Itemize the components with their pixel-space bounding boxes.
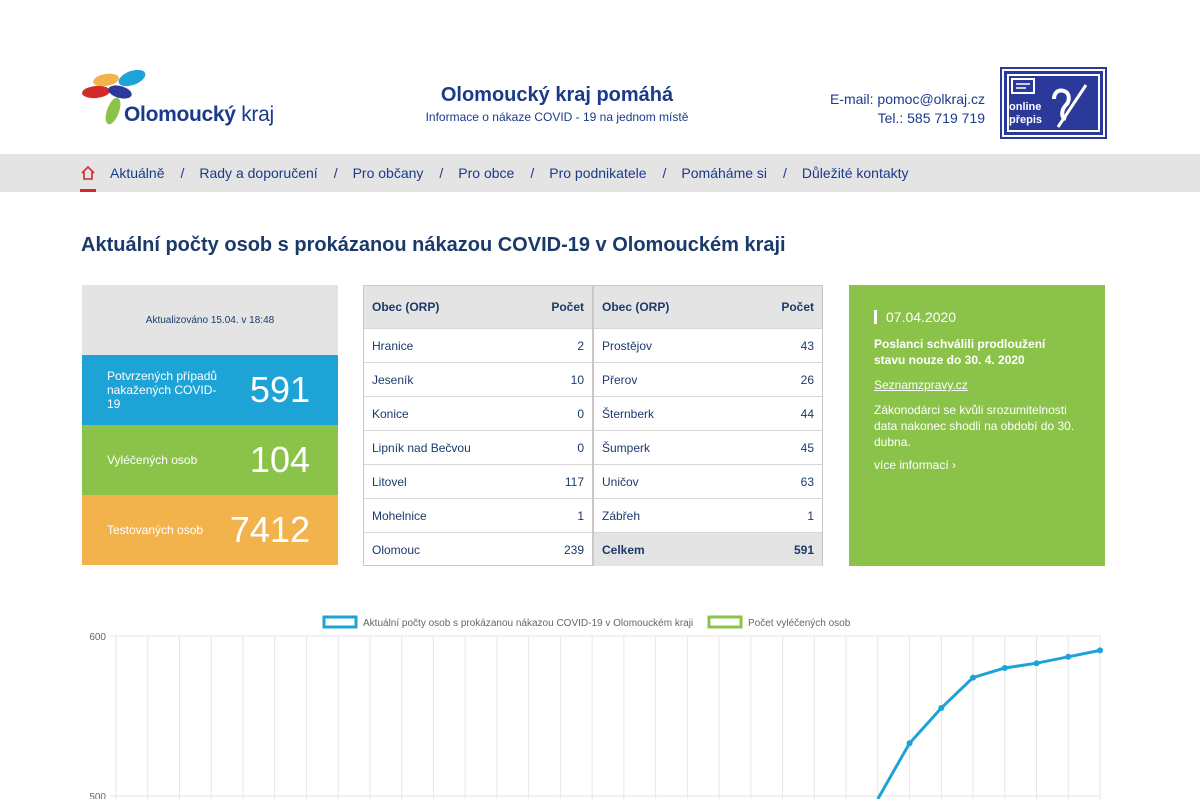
stat-confirmed-value: 591 — [249, 369, 310, 410]
chart-svg: 500 600 Aktuální počty osob s prokázanou n… — [89, 615, 1103, 799]
orp-table-left: Obec (ORP) Počet Hranice 2 Jeseník 10 Koni… — [363, 285, 593, 566]
stat-confirmed-label: Potvrzených případů nakažených COVID-19 — [107, 369, 218, 411]
legend-swatch — [322, 615, 358, 629]
table-row: Lipník nad Bečvou 0 — [364, 430, 592, 464]
table-row: Jeseník 10 — [364, 362, 592, 396]
news-headline: Poslanci schválili prodloužení stavu nou… — [874, 337, 1046, 367]
nav-item-pro-podnikatele[interactable]: Pro podnikatele / — [549, 165, 681, 181]
site-title-block: Olomoucký kraj pomáhá Informace o nákaze… — [400, 84, 714, 124]
news-more-label[interactable]: více informací — [874, 458, 949, 472]
main-nav: Aktuálně / Rady a doporučení / Pro občany /… — [0, 154, 1200, 192]
table-header: Obec (ORP) Počet — [364, 286, 592, 328]
site-logo[interactable]: Olomoucký kraj — [80, 66, 290, 130]
y-tick-label: 600 — [89, 632, 106, 643]
legend-label: Počet vyléčených osob — [748, 618, 851, 629]
nav-separator: / — [530, 165, 535, 181]
table-row: Hranice 2 — [364, 328, 592, 362]
nav-item-pro-obce[interactable]: Pro obce / — [458, 165, 549, 181]
table-row: Šternberk 44 — [594, 396, 822, 430]
online-prepis-button[interactable]: online přepis — [1000, 67, 1107, 139]
stats-panel: Aktualizováno 15.04. v 18:48 Potvrzených… — [82, 285, 338, 566]
page-title: Aktuální počty osob s prokázanou nákazou… — [81, 234, 786, 256]
data-point — [906, 740, 913, 747]
legend-swatch — [707, 615, 743, 629]
nav-item-pro-obcany[interactable]: Pro občany / — [353, 165, 459, 181]
data-point — [1033, 660, 1040, 667]
table-row: Konice 0 — [364, 396, 592, 430]
data-point — [938, 705, 945, 711]
table-total-row: Celkem 591 — [594, 532, 822, 566]
news-source-link[interactable]: Seznamzpravy.cz — [874, 378, 1080, 392]
col-header-obec: Obec (ORP) — [602, 300, 670, 314]
logo-text-bold: Olomoucký — [124, 103, 236, 126]
nav-item-rady[interactable]: Rady a doporučení / — [199, 165, 352, 181]
y-tick-label: 500 — [89, 792, 106, 799]
news-body: Zákonodárci se kvůli srozumitelnosti dat… — [874, 403, 1075, 449]
stat-tested: Testovaných osob 7412 — [82, 495, 338, 565]
news-date: 07.04.2020 — [874, 310, 1080, 324]
stat-cured-value: 104 — [249, 439, 310, 480]
orp-table-right: Obec (ORP) Počet Prostějov 43 Přerov 26 Št… — [593, 285, 823, 566]
stat-cured: Vyléčených osob 104 — [82, 425, 338, 495]
table-row: Prostějov 43 — [594, 328, 822, 362]
stat-tested-label: Testovaných osob — [107, 523, 204, 537]
series-line — [876, 648, 1101, 799]
nav-item-aktualne[interactable]: Aktuálně / — [110, 165, 199, 181]
nav-separator: / — [439, 165, 444, 181]
col-header-obec: Obec (ORP) — [372, 300, 440, 314]
contacts: E-mail: pomoc@olkraj.cz Tel.: 585 719 71… — [830, 90, 985, 128]
email-link[interactable]: E-mail: pomoc@olkraj.cz — [830, 91, 985, 107]
data-point — [1001, 665, 1008, 671]
site-subtitle: Informace o nákaze COVID - 19 na jednom … — [425, 110, 689, 124]
news-more-link[interactable]: více informací › — [874, 458, 1080, 472]
nav-separator: / — [180, 165, 185, 181]
stat-confirmed: Potvrzených případů nakažených COVID-19 … — [82, 355, 338, 425]
table-row: Uničov 63 — [594, 464, 822, 498]
table-row: Šumperk 45 — [594, 430, 822, 464]
logo-text-regular: kraj — [235, 103, 274, 126]
col-header-pocet: Počet — [551, 300, 584, 314]
table-row: Mohelnice 1 — [364, 498, 592, 532]
home-icon — [81, 165, 95, 180]
site-header: Olomoucký kraj Olomoucký kraj pomáhá Inf… — [0, 0, 1200, 154]
chevron-right-icon: › — [952, 458, 957, 472]
nav-separator: / — [783, 165, 787, 181]
table-row: Přerov 26 — [594, 362, 822, 396]
data-point — [970, 674, 977, 681]
table-row: Zábřeh 1 — [594, 498, 822, 532]
legend-label: Aktuální počty osob s prokázanou nákazou… — [363, 618, 693, 629]
stat-tested-value: 7412 — [229, 509, 310, 550]
nav-home[interactable] — [80, 154, 96, 192]
data-point — [1065, 653, 1072, 660]
table-row: Litovel 117 — [364, 464, 592, 498]
nav-item-pomahame-si[interactable]: Pomáháme si / — [681, 165, 801, 181]
online-prepis-line1: online — [1009, 101, 1042, 113]
stat-cured-label: Vyléčených osob — [107, 453, 198, 467]
table-header: Obec (ORP) Počet — [594, 286, 822, 328]
nav-separator: / — [662, 165, 667, 181]
col-header-pocet: Počet — [781, 300, 814, 314]
data-point — [1097, 647, 1103, 654]
news-card: 07.04.2020 Poslanci schválili prodloužen… — [849, 285, 1105, 566]
online-prepis-line2: přepis — [1009, 114, 1043, 126]
nav-item-kontakty[interactable]: Důležité kontakty — [802, 165, 909, 181]
updated-timestamp: Aktualizováno 15.04. v 18:48 — [82, 285, 338, 355]
nav-separator: / — [333, 165, 338, 181]
table-row: Olomouc 239 — [364, 532, 592, 566]
covid-chart: 500 600 Aktuální počty osob s prokázanou n… — [0, 600, 1200, 799]
site-title: Olomoucký kraj pomáhá — [440, 84, 674, 106]
phone-link[interactable]: Tel.: 585 719 719 — [878, 110, 985, 126]
